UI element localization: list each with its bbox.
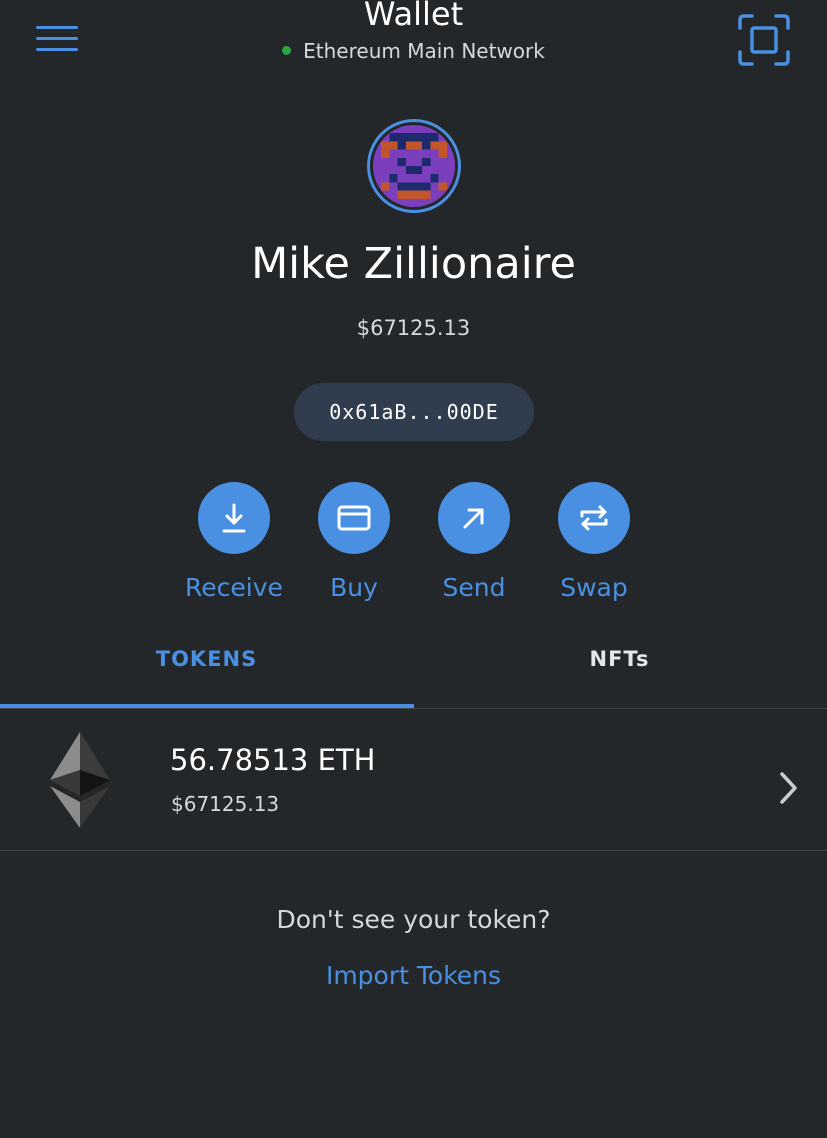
- active-tab-indicator: [0, 704, 414, 708]
- swap-label: Swap: [560, 573, 628, 602]
- receive-label: Receive: [185, 573, 283, 602]
- send-label: Send: [442, 573, 506, 602]
- swap-arrows-icon: [580, 505, 608, 531]
- identicon-icon: [373, 125, 455, 207]
- ethereum-icon: [48, 732, 112, 828]
- arrow-up-right-icon: [463, 508, 484, 529]
- import-tokens-link[interactable]: Import Tokens: [0, 958, 827, 994]
- address-copy-button[interactable]: 0x61aB...00DE: [294, 383, 534, 441]
- token-fiat-value: $67125.13: [171, 792, 280, 816]
- account-avatar[interactable]: [367, 119, 461, 213]
- swap-button[interactable]: Swap: [534, 482, 654, 612]
- account-name: Mike Zillionaire: [251, 239, 576, 289]
- row-divider: [0, 850, 827, 851]
- download-icon: [222, 503, 246, 533]
- receive-button[interactable]: Receive: [174, 482, 294, 612]
- send-button[interactable]: Send: [414, 482, 534, 612]
- missing-token-prompt: Don't see your token?: [276, 905, 551, 934]
- token-amount: 56.78513 ETH: [170, 743, 376, 777]
- tab-nfts[interactable]: NFTs: [413, 636, 826, 706]
- qr-scan-icon[interactable]: [738, 14, 790, 66]
- chevron-right-icon: [774, 770, 802, 806]
- network-selector[interactable]: Ethereum Main Network: [0, 38, 827, 64]
- token-row-eth[interactable]: [0, 709, 827, 850]
- tab-tokens[interactable]: TOKENS: [0, 636, 413, 706]
- page-title: Wallet: [363, 0, 464, 33]
- network-label: Ethereum Main Network: [303, 39, 545, 63]
- network-status-dot: [282, 46, 292, 55]
- credit-card-icon: [337, 505, 371, 531]
- account-balance: $67125.13: [356, 316, 471, 340]
- buy-button[interactable]: Buy: [294, 482, 414, 612]
- buy-label: Buy: [330, 573, 378, 602]
